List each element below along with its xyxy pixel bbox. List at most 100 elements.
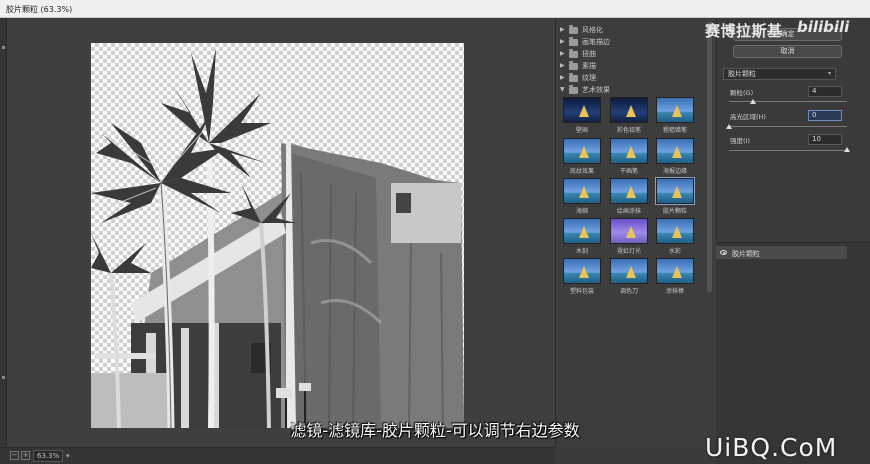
intensity-slider-thumb[interactable] (844, 147, 850, 152)
effect-layer-label: 胶片颗粒 (732, 250, 760, 258)
grain-input[interactable]: 4 (808, 86, 842, 97)
filter-thumb-colored-pencil[interactable]: 彩色铅笔 (610, 97, 648, 135)
intensity-value: 10 (812, 135, 821, 143)
filter-preview-image (610, 218, 648, 244)
folder-label: 风格化 (582, 26, 603, 34)
grain-label: 颗粒(G) (730, 89, 754, 97)
filter-preview-image (563, 258, 601, 284)
filter-label: 底纹效果 (569, 168, 594, 175)
filter-label: 粗糙蜡笔 (662, 127, 687, 134)
filter-thumb-palette-knife[interactable]: 调色刀 (610, 258, 648, 296)
filter-label: 海绵 (575, 208, 588, 215)
filter-label: 壁画 (575, 127, 588, 134)
filter-thumb-cutout[interactable]: 木刻 (563, 218, 601, 256)
intensity-label: 强度(I) (730, 137, 750, 145)
filter-label: 干画笔 (619, 168, 638, 175)
highlight-area-label: 高光区域(H) (730, 113, 766, 121)
folder-collapsed-arrow-icon: ▶ (560, 74, 565, 81)
filter-label: 海报边缘 (662, 168, 687, 175)
folder-expanded-arrow-icon: ▼ (560, 86, 565, 93)
filter-preview-image (656, 258, 694, 284)
filter-preview-image (656, 97, 694, 123)
filter-label: 绘画涂抹 (616, 208, 641, 215)
filter-thumb-sponge[interactable]: 海绵 (563, 178, 601, 216)
folder-icon (569, 37, 578, 46)
filter-preview-image (655, 177, 695, 205)
status-bar: − + 63.3% ▾ (0, 447, 555, 464)
intensity-slider[interactable] (729, 150, 847, 151)
zoom-chevron-down-icon[interactable]: ▾ (66, 452, 70, 460)
edge-marker-bottom (2, 376, 5, 379)
grain-slider-thumb[interactable] (749, 99, 756, 104)
filter-preview-image (610, 97, 648, 123)
filter-preview-image (563, 178, 601, 204)
filter-thumb-neon-glow[interactable]: 霓虹灯光 (610, 218, 648, 256)
filter-thumb-paint-daubs[interactable]: 绘画涂抹 (610, 178, 648, 216)
filter-preview-image (563, 97, 601, 123)
filter-thumb-watercolor[interactable]: 水彩 (656, 218, 694, 256)
eye-visibility-icon[interactable] (720, 250, 727, 255)
filter-thumb-plastic-wrap[interactable]: 塑料包装 (563, 258, 601, 296)
folder-label: 纹理 (582, 74, 596, 82)
filter-label: 塑料包装 (569, 288, 594, 295)
folder-label: 素描 (582, 62, 596, 70)
filter-thumb-film-grain-selected[interactable]: 胶片颗粒 (655, 177, 695, 216)
author-watermark: 赛博拉斯基 (705, 22, 783, 40)
folder-label: 艺术效果 (582, 86, 610, 94)
filter-preview-image (656, 138, 694, 164)
filter-preview-image (656, 218, 694, 244)
filter-select-dropdown[interactable]: 胶片颗粒 ▾ (723, 68, 836, 80)
grain-slider[interactable] (729, 101, 847, 102)
zoom-level-value: 63.3% (37, 452, 60, 460)
zoom-level-field[interactable]: 63.3% (33, 450, 63, 462)
folder-icon (569, 61, 578, 70)
highlight-area-value: 0 (812, 111, 817, 119)
site-watermark: UiBQ.CoM (705, 433, 838, 462)
filter-thumb-rough-pastels[interactable]: 粗糙蜡笔 (656, 97, 694, 135)
filter-label: 涂抹棒 (665, 288, 684, 295)
filter-label: 调色刀 (619, 288, 638, 295)
intensity-input[interactable]: 10 (808, 134, 842, 145)
filter-label: 木刻 (575, 248, 588, 255)
filter-thumb-poster-edges[interactable]: 海报边缘 (656, 138, 694, 176)
folder-open-icon (569, 85, 578, 94)
filter-thumb-underpainting[interactable]: 底纹效果 (563, 138, 601, 176)
filter-thumb-fresco[interactable]: 壁画 (563, 97, 601, 135)
gallery-scrollbar[interactable] (707, 22, 712, 292)
window-titlebar: 胶片颗粒 (63.3%) (0, 0, 870, 18)
folder-label: 画笔描边 (582, 38, 610, 46)
highlight-area-slider[interactable] (729, 126, 847, 127)
grain-value: 4 (812, 87, 817, 95)
filter-thumb-dry-brush[interactable]: 干画笔 (610, 138, 648, 176)
highlight-area-slider-thumb[interactable] (726, 124, 732, 129)
folder-icon (569, 73, 578, 82)
zoom-in-button[interactable]: + (21, 451, 30, 460)
filter-thumb-smudge-stick[interactable]: 涂抹棒 (656, 258, 694, 296)
filter-label: 霓虹灯光 (616, 248, 641, 255)
filter-label: 彩色铅笔 (616, 127, 641, 134)
chevron-down-icon: ▾ (827, 70, 831, 77)
filter-select-value: 胶片颗粒 (728, 70, 756, 78)
window-title: 胶片颗粒 (63.3%) (6, 5, 73, 14)
cancel-button[interactable]: 取消 (733, 45, 842, 58)
preview-image (91, 48, 464, 428)
folder-icon (569, 49, 578, 58)
edge-marker-top (2, 46, 5, 49)
folder-collapsed-arrow-icon: ▶ (560, 50, 565, 57)
filter-preview-image (563, 218, 601, 244)
filter-preview-image (610, 258, 648, 284)
brand-watermark: bilibili (797, 18, 850, 36)
zoom-out-button[interactable]: − (10, 451, 19, 460)
left-edge-strip (0, 18, 7, 464)
folder-collapsed-arrow-icon: ▶ (560, 38, 565, 45)
cancel-button-label: 取消 (780, 47, 795, 55)
filter-preview-image (610, 178, 648, 204)
highlight-area-input[interactable]: 0 (808, 110, 842, 121)
filter-label: 胶片颗粒 (662, 208, 687, 215)
filter-label: 水彩 (668, 248, 681, 255)
filter-preview-image (563, 138, 601, 164)
folder-collapsed-arrow-icon: ▶ (560, 26, 565, 33)
folder-icon (569, 25, 578, 34)
preview-canvas[interactable] (91, 43, 464, 428)
folder-label: 扭曲 (582, 50, 596, 58)
